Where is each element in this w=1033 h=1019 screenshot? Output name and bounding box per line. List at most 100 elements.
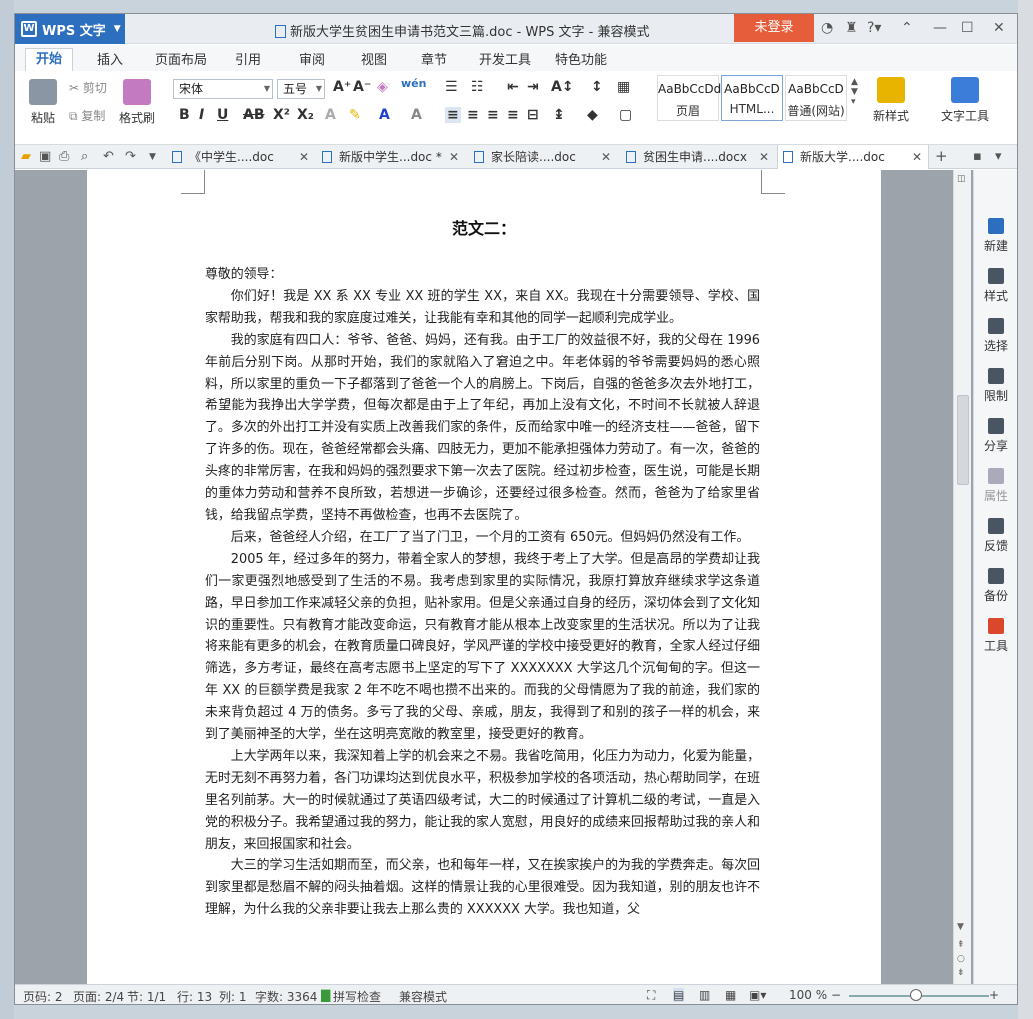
decrease-indent-icon[interactable]: ⇤	[507, 79, 519, 95]
style-web-normal[interactable]: AaBbCcD 普通(网站)	[785, 75, 847, 121]
tab-view[interactable]: 视图	[361, 49, 387, 68]
panel-tools[interactable]: 工具	[974, 618, 1017, 654]
close-icon[interactable]: ✕	[993, 20, 1005, 36]
bold-icon[interactable]: B	[179, 107, 190, 123]
vertical-scrollbar[interactable]: ◫ ▼ ⇞ ○ ⇟	[953, 170, 971, 984]
outline-view-icon[interactable]: ▥	[699, 988, 710, 1002]
scroll-tools-icon[interactable]: ◫	[957, 174, 966, 184]
tab-developer[interactable]: 开发工具	[479, 49, 531, 68]
underline-icon[interactable]: U	[217, 107, 228, 123]
save-icon[interactable]: ▣	[39, 149, 51, 164]
table-border-icon[interactable]: ▦	[617, 79, 630, 95]
sort-icon[interactable]: ↕	[591, 79, 603, 95]
tab-features[interactable]: 特色功能	[555, 49, 607, 68]
doc-tab[interactable]: 贫困生申请....docx ✕	[621, 145, 775, 169]
strikethrough-icon[interactable]: AB	[243, 107, 265, 123]
paste-button[interactable]: 粘贴	[23, 79, 63, 126]
shirt-icon[interactable]: ♜	[845, 20, 858, 36]
distribute-icon[interactable]: ⊟	[527, 107, 539, 123]
align-center-icon[interactable]: ≡	[467, 107, 479, 123]
panel-restrict[interactable]: 限制	[974, 368, 1017, 404]
print-preview-icon[interactable]: ⌕	[81, 149, 88, 164]
redo-icon[interactable]: ↷	[125, 149, 136, 164]
panel-backup[interactable]: 备份	[974, 568, 1017, 604]
doc-tab-active[interactable]: 新版大学....doc ✕	[777, 145, 929, 169]
close-icon[interactable]: ✕	[299, 145, 309, 169]
shrink-font-icon[interactable]: A⁻	[353, 79, 371, 95]
close-icon[interactable]: ✕	[601, 145, 611, 169]
tab-review[interactable]: 审阅	[299, 49, 325, 68]
tab-home[interactable]: 开始	[25, 48, 73, 71]
minimize-icon[interactable]: —	[933, 20, 947, 36]
style-html[interactable]: AaBbCcD HTML...	[721, 75, 783, 121]
tab-insert[interactable]: 插入	[97, 49, 123, 68]
status-page-number[interactable]: 页码: 2	[23, 988, 63, 1004]
zoom-slider-handle[interactable]	[910, 989, 922, 1001]
phonetic-icon[interactable]: wén	[401, 77, 426, 90]
increase-indent-icon[interactable]: ⇥	[527, 79, 539, 95]
justify-icon[interactable]: ≡	[507, 107, 519, 123]
copy-button[interactable]: ⧉ 复制	[69, 107, 105, 124]
status-word-count[interactable]: 字数: 3364	[255, 988, 317, 1004]
panel-styles[interactable]: 样式	[974, 268, 1017, 304]
collapse-icon[interactable]: ⌃	[901, 20, 913, 36]
web-view-icon[interactable]: ▦	[725, 988, 736, 1002]
scrollbar-thumb[interactable]	[957, 395, 969, 485]
login-button[interactable]: 未登录	[734, 14, 814, 42]
zoom-in-icon[interactable]: +	[989, 988, 999, 1002]
close-icon[interactable]: ✕	[912, 145, 922, 169]
align-right-icon[interactable]: ≡	[487, 107, 499, 123]
skin-icon[interactable]: ◔	[821, 20, 833, 36]
numbering-icon[interactable]: ☷	[471, 79, 484, 95]
close-icon[interactable]: ✕	[759, 145, 769, 169]
prev-page-icon[interactable]: ⇞	[957, 940, 965, 950]
font-color-icon[interactable]: A	[379, 107, 390, 123]
highlight-icon[interactable]: ✎	[349, 107, 361, 123]
text-tools-button[interactable]: 文字工具	[933, 77, 997, 124]
styles-scroll-icon[interactable]: ▲ ▼ ▾	[851, 77, 858, 107]
zoom-out-icon[interactable]: −	[831, 988, 841, 1002]
doc-tab[interactable]: 新版中学生...doc * ✕	[317, 145, 465, 169]
document-page[interactable]: 范文二： 尊敬的领导： 你们好！我是 XX 系 XX 专业 XX 班的学生 XX…	[87, 170, 881, 984]
tab-menu-icon[interactable]: ▾	[995, 149, 1002, 164]
text-effect-icon[interactable]: A	[325, 107, 336, 123]
bullets-icon[interactable]: ☰	[445, 79, 458, 95]
undo-icon[interactable]: ↶	[103, 149, 114, 164]
tab-chapter[interactable]: 章节	[421, 49, 447, 68]
help-icon[interactable]: ?▾	[867, 20, 881, 36]
font-name-select[interactable]: 宋体 ▼	[173, 79, 273, 99]
char-scale-icon[interactable]: A↕	[551, 79, 574, 95]
maximize-icon[interactable]: ☐	[961, 20, 974, 36]
next-page-icon[interactable]: ⇟	[957, 968, 965, 978]
scroll-down-icon[interactable]: ▼	[957, 922, 964, 932]
cut-button[interactable]: ✂ 剪切	[69, 79, 107, 96]
italic-icon[interactable]: I	[199, 107, 204, 123]
style-header[interactable]: AaBbCcDd 页眉	[657, 75, 721, 121]
zoom-level[interactable]: 100 %	[789, 988, 827, 1002]
align-left-icon[interactable]: ≡	[445, 107, 461, 123]
panel-new[interactable]: 新建	[974, 218, 1017, 254]
close-icon[interactable]: ✕	[449, 145, 459, 169]
panel-share[interactable]: 分享	[974, 418, 1017, 454]
font-size-select[interactable]: 五号 ▼	[277, 79, 325, 99]
panel-feedback[interactable]: 反馈	[974, 518, 1017, 554]
clear-format-icon[interactable]: ◈	[377, 79, 388, 95]
status-spell-check[interactable]: 拼写检查	[333, 988, 381, 1004]
tab-references[interactable]: 引用	[235, 49, 261, 68]
page-view-icon[interactable]: ▤	[673, 988, 685, 1002]
new-style-button[interactable]: 新样式	[867, 77, 915, 124]
quick-access-menu-icon[interactable]: ▼	[149, 152, 156, 162]
subscript-icon[interactable]: X₂	[297, 107, 314, 123]
select-browse-icon[interactable]: ○	[957, 954, 965, 964]
reading-view-icon[interactable]: ▣▾	[749, 988, 766, 1002]
shading-icon[interactable]: ◆	[587, 107, 598, 123]
panel-properties[interactable]: 属性	[974, 468, 1017, 504]
open-folder-icon[interactable]: ▰	[21, 149, 31, 164]
fullscreen-view-icon[interactable]: ⛶	[647, 988, 655, 1003]
superscript-icon[interactable]: X²	[273, 107, 290, 123]
doc-tab[interactable]: 《中学生....doc ✕	[167, 145, 315, 169]
line-spacing-icon[interactable]: ↨	[553, 107, 565, 123]
borders-icon[interactable]: ▢	[619, 107, 632, 123]
format-painter-button[interactable]: 格式刷	[117, 79, 157, 126]
panel-select[interactable]: 选择	[974, 318, 1017, 354]
